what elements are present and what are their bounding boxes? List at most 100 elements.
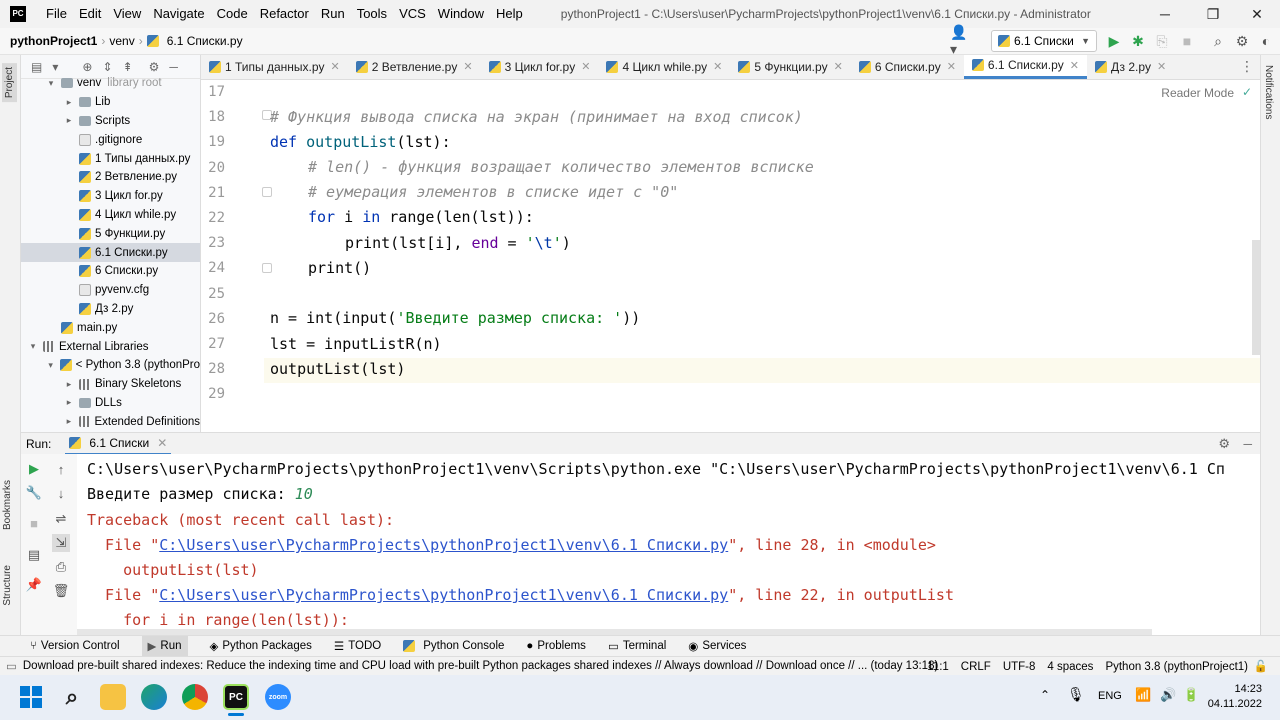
menu-window[interactable]: Window — [432, 0, 490, 28]
version-control-tab[interactable]: ⑂ Version Control — [30, 640, 120, 652]
reader-mode-button[interactable]: Reader Mode — [1161, 86, 1234, 100]
menu-file[interactable]: File — [40, 0, 73, 28]
menu-refactor[interactable]: Refactor — [254, 0, 315, 28]
gear-icon[interactable]: ⚙ — [1218, 436, 1230, 452]
project-tree-item[interactable]: 1 Типы данных.py — [21, 149, 200, 168]
locate-icon[interactable]: ⊕ — [82, 60, 92, 74]
editor-tab[interactable]: 5 Функции.py ✕ — [730, 55, 851, 79]
edge-browser-icon[interactable] — [141, 684, 167, 710]
editor-tab[interactable]: 4 Цикл while.py ✕ — [598, 55, 730, 79]
chevron-right-icon[interactable]: ▸ — [63, 115, 75, 126]
notifications-tool-tab[interactable]: Notifications — [1263, 65, 1274, 119]
project-tree-item[interactable]: 2 Ветвление.py — [21, 168, 200, 187]
project-tree-item[interactable]: pyvenv.cfg — [21, 281, 200, 300]
pycharm-logo-icon[interactable]: PC — [10, 6, 26, 22]
hide-panel-icon[interactable]: ─ — [1243, 437, 1252, 451]
microphone-icon[interactable]: 🎙 — [1067, 686, 1085, 703]
expand-all-icon[interactable]: ⇕ — [102, 60, 112, 74]
project-tool-tab[interactable]: Project — [2, 63, 17, 103]
editor-tab[interactable]: Дз 2.py ✕ — [1087, 55, 1174, 79]
search-icon[interactable]: ⌕ — [1208, 31, 1228, 51]
project-tree-item[interactable]: 3 Цикл for.py — [21, 187, 200, 206]
pin-icon[interactable]: 📌 — [25, 576, 43, 594]
services-tab[interactable]: ◉ Services — [688, 639, 746, 653]
zoom-app-icon[interactable]: zoom — [265, 684, 291, 710]
run-tab[interactable]: 6.1 Списки ✕ — [65, 433, 172, 455]
project-tree-item[interactable]: ▸ Scripts — [21, 112, 200, 131]
print-icon[interactable]: ⎙ — [52, 558, 70, 576]
user-icon[interactable]: 👤▾ — [950, 24, 974, 57]
stop-icon[interactable]: ■ — [25, 514, 43, 532]
chevron-down-icon[interactable]: ▾ — [27, 341, 39, 352]
close-tab-icon[interactable]: ✕ — [834, 60, 843, 73]
breadcrumb-project[interactable]: pythonProject1 — [6, 34, 101, 48]
project-tree-item[interactable]: Дз 2.py — [21, 300, 200, 319]
close-window-button[interactable]: ✕ — [1234, 0, 1280, 28]
hide-panel-icon[interactable]: ─ — [169, 60, 178, 74]
fold-icon[interactable] — [262, 187, 272, 197]
menu-edit[interactable]: Edit — [73, 0, 107, 28]
file-encoding[interactable]: UTF-8 — [1003, 661, 1036, 673]
more-options-icon[interactable]: ⋮ — [1240, 58, 1254, 75]
stop-icon[interactable]: ■ — [1177, 31, 1197, 51]
project-tree-item[interactable]: ▸ DLLs — [21, 394, 200, 413]
menu-run[interactable]: Run — [315, 0, 351, 28]
scroll-to-end-icon[interactable]: ⇲ — [52, 534, 70, 552]
chevron-down-icon[interactable]: ▾ — [45, 78, 57, 89]
file-link[interactable]: C:\Users\user\PycharmProjects\pythonProj… — [159, 536, 728, 554]
menu-help[interactable]: Help — [490, 0, 529, 28]
breadcrumb-file[interactable]: 6.1 Списки.py — [163, 34, 247, 48]
indent-setting[interactable]: 4 spaces — [1047, 661, 1093, 673]
maximize-button[interactable]: ❐ — [1190, 0, 1236, 28]
taskbar-clock[interactable]: 14:23 04.11.2022 — [1208, 682, 1262, 712]
breadcrumb-venv[interactable]: venv — [105, 34, 138, 48]
menu-tools[interactable]: Tools — [351, 0, 393, 28]
chrome-browser-icon[interactable] — [182, 684, 208, 710]
scroll-up-icon[interactable]: ↑ — [52, 460, 70, 478]
status-message-icon[interactable]: ▭ — [6, 659, 17, 673]
python-interpreter[interactable]: Python 3.8 (pythonProject1) — [1105, 661, 1248, 673]
menu-code[interactable]: Code — [211, 0, 254, 28]
line-separator[interactable]: CRLF — [961, 661, 991, 673]
run-configuration-select[interactable]: 6.1 Списки ▼ — [991, 30, 1097, 52]
wrench-icon[interactable]: 🔧 — [25, 484, 43, 502]
collapse-all-icon[interactable]: ⇞ — [123, 60, 133, 74]
python-packages-tab[interactable]: ◈ Python Packages — [210, 639, 312, 653]
project-tree-item[interactable]: .gitignore — [21, 130, 200, 149]
chevron-right-icon[interactable]: ▸ — [63, 397, 75, 408]
fold-icon[interactable] — [262, 263, 272, 273]
editor-tab[interactable]: 2 Ветвление.py ✕ — [348, 55, 481, 79]
project-tree-item[interactable]: 5 Функции.py — [21, 224, 200, 243]
close-tab-icon[interactable]: ✕ — [463, 60, 472, 73]
menu-navigate[interactable]: Navigate — [147, 0, 210, 28]
todo-tab[interactable]: ☰ TODO — [334, 639, 381, 653]
soft-wrap-icon[interactable]: ⇌ — [52, 510, 70, 528]
close-icon[interactable]: ✕ — [157, 436, 167, 450]
close-tab-icon[interactable]: ✕ — [331, 60, 340, 73]
close-tab-icon[interactable]: ✕ — [947, 60, 956, 73]
close-tab-icon[interactable]: ✕ — [713, 60, 722, 73]
project-tree-item[interactable]: ▸ Binary Skeletons — [21, 375, 200, 394]
chevron-right-icon[interactable]: ▸ — [63, 416, 75, 427]
project-tree-item[interactable]: ▾ < Python 3.8 (pythonPro — [21, 356, 200, 375]
pycharm-taskbar-icon[interactable]: PC — [223, 684, 249, 710]
jetbrains-logo-icon[interactable]: ◐ — [1256, 31, 1276, 51]
bookmarks-tool-tab[interactable]: Bookmarks — [2, 480, 13, 530]
editor-tab[interactable]: 3 Цикл for.py ✕ — [481, 55, 599, 79]
gear-icon[interactable]: ⚙ — [149, 60, 160, 74]
terminal-tab[interactable]: ▭ Terminal — [608, 639, 666, 653]
minimize-button[interactable]: ─ — [1142, 0, 1188, 28]
editor-tab[interactable]: 6.1 Списки.py ✕ — [963, 55, 1087, 79]
menu-vcs[interactable]: VCS — [393, 0, 432, 28]
cursor-position[interactable]: 11:1 — [927, 661, 949, 673]
chevron-down-icon[interactable]: ▾ — [52, 60, 58, 74]
file-explorer-icon[interactable] — [100, 684, 126, 710]
project-tree-item[interactable]: ▸ Extended Definitions — [21, 412, 200, 431]
problems-tab[interactable]: ● Problems — [526, 640, 586, 652]
project-tree-item[interactable]: 4 Цикл while.py — [21, 206, 200, 225]
close-tab-icon[interactable]: ✕ — [581, 60, 590, 73]
language-indicator[interactable]: ENG — [1098, 690, 1122, 702]
battery-icon[interactable]: 🔋 — [1183, 687, 1199, 703]
python-console-tab[interactable]: Python Console — [403, 640, 504, 652]
speaker-icon[interactable]: 🔊 — [1160, 687, 1176, 703]
